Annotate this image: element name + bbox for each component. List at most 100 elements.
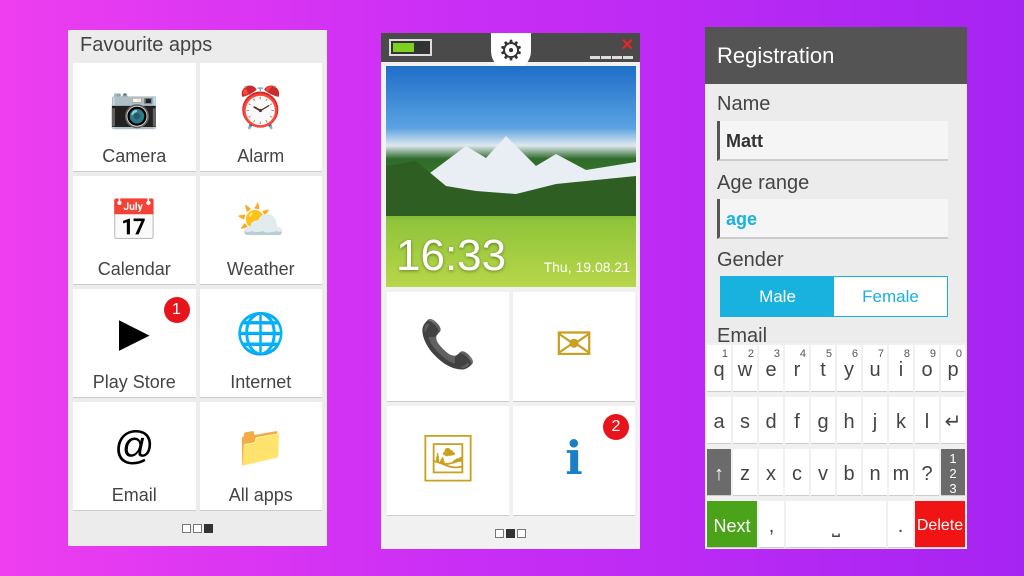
gallery-icon: 🖼: [418, 431, 478, 484]
page-dot[interactable]: [182, 524, 191, 533]
key-number-hint: 1: [721, 348, 728, 360]
key-q[interactable]: q1: [707, 345, 731, 392]
app-tile-all-apps[interactable]: 📁 All apps: [199, 402, 322, 511]
home-screen: ⚙ ✕ ▬▬▬▬ 16:33 Thu, 19.08.21 📞 ✉ 🖼 ℹ 2: [381, 33, 640, 549]
key-v[interactable]: v: [811, 449, 835, 496]
age-range-field[interactable]: age: [717, 199, 948, 239]
home-tile-info[interactable]: ℹ2: [513, 406, 635, 516]
app-tile-play-store[interactable]: ▶ 1 Play Store: [73, 289, 196, 398]
comma-key[interactable]: ,: [759, 501, 784, 548]
key-l[interactable]: l: [915, 397, 939, 444]
signal-icon: ▬▬▬▬: [590, 51, 634, 62]
key-number-hint: 9: [929, 348, 936, 360]
key-j[interactable]: j: [863, 397, 887, 444]
key-number-hint: 6: [851, 348, 858, 360]
favourite-apps-screen: Favourite apps 📷 Camera ⏰ Alarm 📅 Calendar ⛅ We…: [68, 30, 327, 546]
key-?[interactable]: ?: [915, 449, 939, 496]
status-bar: ⚙ ✕ ▬▬▬▬: [381, 33, 640, 71]
key-u[interactable]: u7: [863, 345, 887, 392]
page-dot[interactable]: [495, 529, 504, 538]
next-key[interactable]: Next: [707, 501, 757, 548]
numbers-key[interactable]: 1 2 3: [941, 449, 965, 496]
gender-label: Gender: [717, 249, 784, 271]
name-field[interactable]: Matt: [717, 121, 948, 161]
notification-badge: 2: [603, 414, 629, 440]
shift-key[interactable]: ↑: [707, 449, 731, 496]
page-dot-active[interactable]: [204, 524, 213, 533]
app-tile-alarm[interactable]: ⏰ Alarm: [199, 63, 322, 172]
key-number-hint: 2: [747, 348, 754, 360]
key-x[interactable]: x: [759, 449, 783, 496]
key-d[interactable]: d: [759, 397, 783, 444]
key-i[interactable]: i8: [889, 345, 913, 392]
period-key[interactable]: .: [888, 501, 913, 548]
key-b[interactable]: b: [837, 449, 861, 496]
app-label: Camera: [102, 146, 167, 166]
page-dot[interactable]: [193, 524, 202, 533]
battery-icon: [389, 39, 432, 56]
app-label: Calendar: [97, 259, 171, 279]
play-store-icon: ▶: [118, 311, 150, 355]
key-a[interactable]: a: [707, 397, 731, 444]
home-tile-phone[interactable]: 📞: [387, 292, 509, 402]
key-p[interactable]: p0: [941, 345, 965, 392]
key-o[interactable]: o9: [915, 345, 939, 392]
phone-icon: 📞: [419, 317, 477, 370]
delete-key[interactable]: Delete: [915, 501, 965, 548]
key-f[interactable]: f: [785, 397, 809, 444]
app-tile-calendar[interactable]: 📅 Calendar: [73, 176, 196, 285]
app-tile-weather[interactable]: ⛅ Weather: [199, 176, 322, 285]
key-r[interactable]: r4: [785, 345, 809, 392]
email-icon: @: [113, 423, 155, 468]
calendar-icon: 📅: [109, 198, 160, 243]
clock-date: Thu, 19.08.21: [543, 259, 630, 275]
weather-icon: ⛅: [235, 198, 286, 243]
space-key[interactable]: ⎵: [786, 501, 886, 548]
key-m[interactable]: m: [889, 449, 913, 496]
globe-icon: 🌐: [235, 311, 286, 356]
key-e[interactable]: e3: [759, 345, 783, 392]
clock-time: 16:33: [396, 231, 507, 280]
key-number-hint: 4: [799, 348, 806, 360]
screen-title: Favourite apps: [80, 34, 213, 56]
key-w[interactable]: w2: [733, 345, 757, 392]
key-n[interactable]: n: [863, 449, 887, 496]
key-z[interactable]: z: [733, 449, 757, 496]
on-screen-keyboard: q1w2e3r4t5y6u7i8o9p0 a s d f g h j k l ↵ ↑ z x c v b n m…: [705, 343, 967, 549]
page-indicator: [68, 524, 327, 533]
key-number-hint: 8: [903, 348, 910, 360]
key-number-hint: 3: [773, 348, 780, 360]
key-c[interactable]: c: [785, 449, 809, 496]
page-dot[interactable]: [517, 529, 526, 538]
alarm-clock-icon: ⏰: [235, 85, 286, 130]
app-label: Alarm: [237, 146, 285, 166]
camera-icon: 📷: [109, 85, 160, 130]
gender-male-button[interactable]: Male: [721, 277, 834, 316]
key-y[interactable]: y6: [837, 345, 861, 392]
notification-badge: 1: [163, 297, 190, 323]
app-tile-email[interactable]: @ Email: [73, 402, 196, 511]
home-tile-gallery[interactable]: 🖼: [387, 406, 509, 516]
registration-screen: Registration Name Matt Age range age Gen…: [705, 27, 967, 549]
folder-icon: 📁: [235, 424, 286, 469]
page-dot-active[interactable]: [506, 529, 515, 538]
app-tile-internet[interactable]: 🌐 Internet: [199, 289, 322, 398]
key-number-hint: 7: [877, 348, 884, 360]
wallpaper-mountain-landscape: 16:33 Thu, 19.08.21: [386, 66, 636, 287]
key-t[interactable]: t5: [811, 345, 835, 392]
enter-key[interactable]: ↵: [941, 397, 965, 444]
home-tile-message[interactable]: ✉: [513, 292, 635, 402]
key-s[interactable]: s: [733, 397, 757, 444]
key-k[interactable]: k: [889, 397, 913, 444]
app-label: Weather: [226, 259, 295, 279]
message-icon: ✉: [554, 318, 594, 370]
app-label: Email: [111, 485, 157, 505]
name-label: Name: [717, 93, 771, 115]
key-g[interactable]: g: [811, 397, 835, 444]
key-number-hint: 0: [955, 348, 962, 360]
app-tile-camera[interactable]: 📷 Camera: [73, 63, 196, 172]
app-label: Internet: [230, 372, 292, 392]
screen-title: Registration: [705, 27, 967, 84]
key-h[interactable]: h: [837, 397, 861, 444]
gender-female-button[interactable]: Female: [834, 277, 947, 316]
